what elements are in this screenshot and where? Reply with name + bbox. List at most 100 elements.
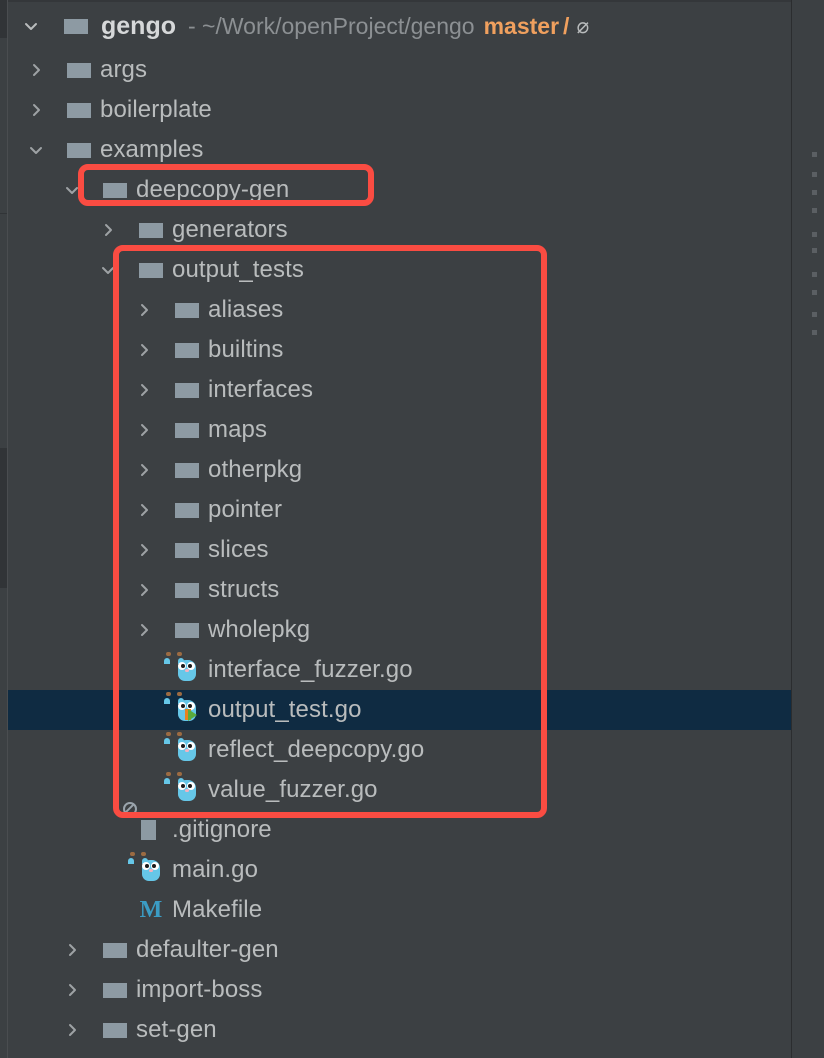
folder-icon bbox=[164, 337, 200, 363]
tree-row-label: defaulter-gen bbox=[136, 936, 279, 963]
tree-row-label: maps bbox=[208, 416, 268, 443]
scrollbar-tick bbox=[812, 312, 817, 317]
tree-row-slices[interactable]: slices bbox=[8, 530, 791, 570]
tree-row-structs[interactable]: structs bbox=[8, 570, 791, 610]
go-file-icon bbox=[164, 652, 200, 683]
folder-icon bbox=[164, 617, 200, 643]
tree-row-defaulter-gen[interactable]: defaulter-gen bbox=[8, 930, 791, 970]
tree-row-label: slices bbox=[208, 536, 269, 563]
gitignore-icon bbox=[123, 802, 164, 843]
tree-row-args[interactable]: args bbox=[8, 50, 791, 90]
scrollbar-tick bbox=[812, 172, 817, 177]
tree-row-boilerplate[interactable]: boilerplate bbox=[8, 90, 791, 130]
tree-row-label: output_test.go bbox=[208, 696, 362, 723]
folder-icon bbox=[164, 377, 200, 403]
tree-row-deepcopy-gen[interactable]: deepcopy-gen bbox=[8, 170, 791, 210]
tree-row-generators[interactable]: generators bbox=[8, 210, 791, 250]
tree-row-otherpkg[interactable]: otherpkg bbox=[8, 450, 791, 490]
scrollbar-tick bbox=[812, 290, 817, 295]
folder-icon bbox=[53, 13, 89, 39]
chevron-right-icon[interactable] bbox=[63, 1021, 81, 1039]
folder-icon bbox=[56, 57, 92, 83]
project-tree-panel: gengo - ~/Work/openProject/gengo master … bbox=[0, 0, 824, 1058]
folder-icon bbox=[164, 577, 200, 603]
git-branch-label[interactable]: master bbox=[484, 13, 559, 40]
scrollbar-tick bbox=[812, 330, 817, 335]
chevron-right-icon[interactable] bbox=[135, 301, 153, 319]
tree-row-label: examples bbox=[100, 136, 204, 163]
tree-row-label: reflect_deepcopy.go bbox=[208, 736, 425, 763]
tree-row-label: main.go bbox=[172, 856, 259, 883]
tree-row-label: .gitignore bbox=[172, 816, 272, 843]
right-side-strip bbox=[792, 0, 824, 1058]
scrollbar-tick bbox=[812, 152, 817, 157]
folder-icon bbox=[56, 137, 92, 163]
chevron-down-icon[interactable] bbox=[63, 181, 81, 199]
folder-icon bbox=[164, 497, 200, 523]
chevron-right-icon[interactable] bbox=[135, 621, 153, 639]
tree-row-wholepkg[interactable]: wholepkg bbox=[8, 610, 791, 650]
tree-row-.gitignore[interactable]: .gitignore bbox=[8, 802, 791, 850]
file-tree[interactable]: gengo - ~/Work/openProject/gengo master … bbox=[8, 2, 791, 1058]
tree-row-label: structs bbox=[208, 576, 280, 603]
tree-row-list: args boilerplate examples deepcopy-gen gener… bbox=[8, 50, 791, 1050]
scrollbar-tick bbox=[812, 190, 817, 195]
tree-row-interfaces[interactable]: interfaces bbox=[8, 370, 791, 410]
chevron-right-icon[interactable] bbox=[135, 461, 153, 479]
folder-icon bbox=[164, 297, 200, 323]
tree-row-label: value_fuzzer.go bbox=[208, 776, 378, 803]
chevron-right-icon[interactable] bbox=[27, 61, 45, 79]
tree-row-output_test.go[interactable]: output_test.go bbox=[8, 690, 791, 730]
chevron-right-icon[interactable] bbox=[135, 421, 153, 439]
folder-icon bbox=[164, 537, 200, 563]
tree-row-reflect_deepcopy.go[interactable]: reflect_deepcopy.go bbox=[8, 730, 791, 770]
tree-row-builtins[interactable]: builtins bbox=[8, 330, 791, 370]
makefile-icon: M bbox=[139, 896, 163, 923]
go-file-icon bbox=[128, 852, 164, 883]
tree-row-project-root[interactable]: gengo - ~/Work/openProject/gengo master … bbox=[8, 2, 791, 50]
folder-icon bbox=[56, 97, 92, 123]
chevron-right-icon[interactable] bbox=[135, 501, 153, 519]
chevron-right-icon[interactable] bbox=[135, 381, 153, 399]
chevron-right-icon[interactable] bbox=[135, 541, 153, 559]
folder-icon bbox=[128, 217, 164, 243]
tree-row-label: deepcopy-gen bbox=[136, 176, 290, 203]
chevron-right-icon[interactable] bbox=[99, 221, 117, 239]
folder-icon bbox=[164, 417, 200, 443]
tree-row-output_tests[interactable]: output_tests bbox=[8, 250, 791, 290]
tree-row-maps[interactable]: maps bbox=[8, 410, 791, 450]
branch-separator: / bbox=[563, 12, 570, 39]
folder-icon bbox=[164, 457, 200, 483]
folder-icon bbox=[92, 1017, 128, 1043]
tree-row-main.go[interactable]: main.go bbox=[8, 850, 791, 890]
tree-row-label: interfaces bbox=[208, 376, 314, 403]
tree-row-label: interface_fuzzer.go bbox=[208, 656, 413, 683]
go-file-icon bbox=[164, 772, 200, 803]
tree-row-Makefile[interactable]: M Makefile bbox=[8, 890, 791, 930]
chevron-down-icon[interactable] bbox=[99, 261, 117, 279]
tree-row-import-boss[interactable]: import-boss bbox=[8, 970, 791, 1010]
folder-icon bbox=[92, 937, 128, 963]
chevron-right-icon[interactable] bbox=[63, 981, 81, 999]
folder-icon bbox=[92, 177, 128, 203]
scrollbar-tick bbox=[812, 208, 817, 213]
chevron-down-icon[interactable] bbox=[22, 17, 40, 35]
chevron-down-icon[interactable] bbox=[27, 141, 45, 159]
tree-row-examples[interactable]: examples bbox=[8, 130, 791, 170]
tree-row-aliases[interactable]: aliases bbox=[8, 290, 791, 330]
tree-row-set-gen[interactable]: set-gen bbox=[8, 1010, 791, 1050]
folder-icon bbox=[92, 977, 128, 1003]
chevron-right-icon[interactable] bbox=[135, 341, 153, 359]
tree-row-interface_fuzzer.go[interactable]: interface_fuzzer.go bbox=[8, 650, 791, 690]
chevron-right-icon[interactable] bbox=[27, 101, 45, 119]
tree-row-pointer[interactable]: pointer bbox=[8, 490, 791, 530]
project-name: gengo bbox=[101, 11, 176, 40]
folder-icon bbox=[128, 257, 164, 283]
tree-row-label: pointer bbox=[208, 496, 283, 523]
tree-row-label: Makefile bbox=[172, 896, 263, 923]
empty-marker-icon: ⌀ bbox=[576, 14, 590, 38]
chevron-right-icon[interactable] bbox=[135, 581, 153, 599]
chevron-right-icon[interactable] bbox=[63, 941, 81, 959]
tree-row-label: otherpkg bbox=[208, 456, 303, 483]
tree-row-label: aliases bbox=[208, 296, 284, 323]
